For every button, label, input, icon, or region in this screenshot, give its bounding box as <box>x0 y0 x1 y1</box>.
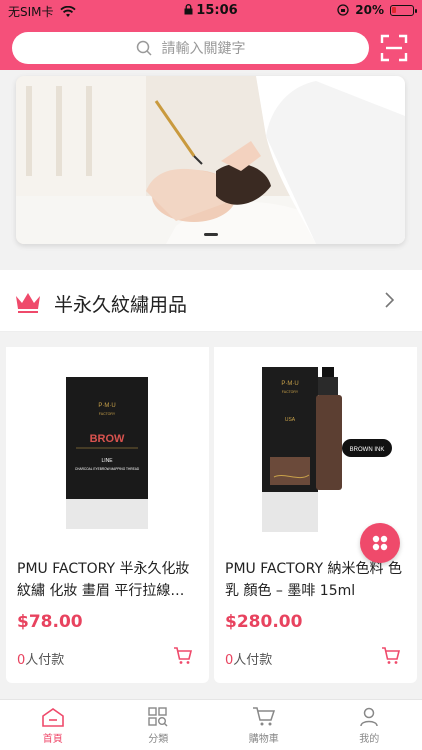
banner-image <box>16 76 405 244</box>
carousel-indicator <box>204 233 218 236</box>
tab-label: 首頁 <box>42 734 63 745</box>
tab-label: 我的 <box>359 734 380 745</box>
cart-icon <box>252 707 275 726</box>
grid-dots-icon <box>372 535 388 551</box>
category-section-header[interactable]: 半永久紋繡用品 <box>0 270 422 332</box>
search-icon <box>136 40 152 56</box>
clock-time: 15:06 <box>196 3 238 18</box>
orientation-lock-icon <box>337 4 349 16</box>
paid-suffix: 人付款 <box>25 653 65 668</box>
product-price: $78.00 <box>17 612 83 632</box>
promo-banner[interactable] <box>16 76 405 244</box>
box-sub: FACTORY <box>282 390 299 394</box>
box-sub: FACTORY <box>99 412 116 416</box>
product-image: P·M·U FACTORY BROW LINE CHARCOAL EYEBROW… <box>6 347 209 547</box>
header: 无SIM卡 15:06 20% 請輸入關鍵字 <box>0 0 422 70</box>
section-title: 半永久紋繡用品 <box>54 294 188 316</box>
product-name[interactable]: PMU FACTORY 納米色料 色乳 顏色 – 墨啡 15ml <box>225 558 410 602</box>
scan-icon[interactable] <box>380 34 408 62</box>
lock-icon <box>184 4 193 15</box>
tab-cart[interactable]: 購物車 <box>211 700 317 750</box>
add-to-cart-icon[interactable] <box>381 647 401 665</box>
tab-profile[interactable]: 我的 <box>317 700 422 750</box>
quick-menu-button[interactable] <box>360 523 400 563</box>
search-placeholder: 請輸入關鍵字 <box>161 41 246 57</box>
paid-suffix: 人付款 <box>233 653 273 668</box>
box-logo: P·M·U <box>281 381 298 387</box>
box-desc: CHARCOAL EYEBROW MAPPING THREAD <box>75 467 140 471</box>
box-country: USA <box>285 417 296 423</box>
tab-category[interactable]: 分類 <box>106 700 212 750</box>
box-line: LINE <box>101 458 113 464</box>
product-price: $280.00 <box>225 612 303 632</box>
tab-home[interactable]: 首頁 <box>0 700 106 750</box>
crown-icon <box>16 293 40 313</box>
bottom-tab-bar: 首頁 分類 購物車 我的 <box>0 699 422 750</box>
paid-count: 0人付款 <box>225 649 272 668</box>
product-image: P·M·U FACTORY USA BROWN INK <box>214 347 417 547</box>
add-to-cart-icon[interactable] <box>173 647 193 665</box>
tab-label: 分類 <box>148 734 169 745</box>
chevron-right-icon[interactable] <box>384 292 394 308</box>
category-icon <box>148 707 168 727</box>
battery-percent: 20% <box>355 3 384 17</box>
tab-label: 購物車 <box>248 734 279 745</box>
product-card[interactable]: P·M·U FACTORY USA BROWN INK PMU FACTORY … <box>214 347 417 683</box>
battery-icon <box>390 4 417 16</box>
paid-count: 0人付款 <box>17 649 64 668</box>
box-tag: BROWN INK <box>350 447 385 453</box>
box-logo: P·M·U <box>98 403 115 409</box>
product-card[interactable]: P·M·U FACTORY BROW LINE CHARCOAL EYEBROW… <box>6 347 209 683</box>
search-input[interactable]: 請輸入關鍵字 <box>12 32 369 64</box>
box-title: BROW <box>90 433 125 445</box>
product-name[interactable]: PMU FACTORY 半永久化妝紋繡 化妝 畫眉 平行拉線… <box>17 558 202 602</box>
profile-icon <box>360 707 378 727</box>
status-bar: 无SIM卡 15:06 20% <box>0 0 422 22</box>
home-icon <box>41 708 64 727</box>
